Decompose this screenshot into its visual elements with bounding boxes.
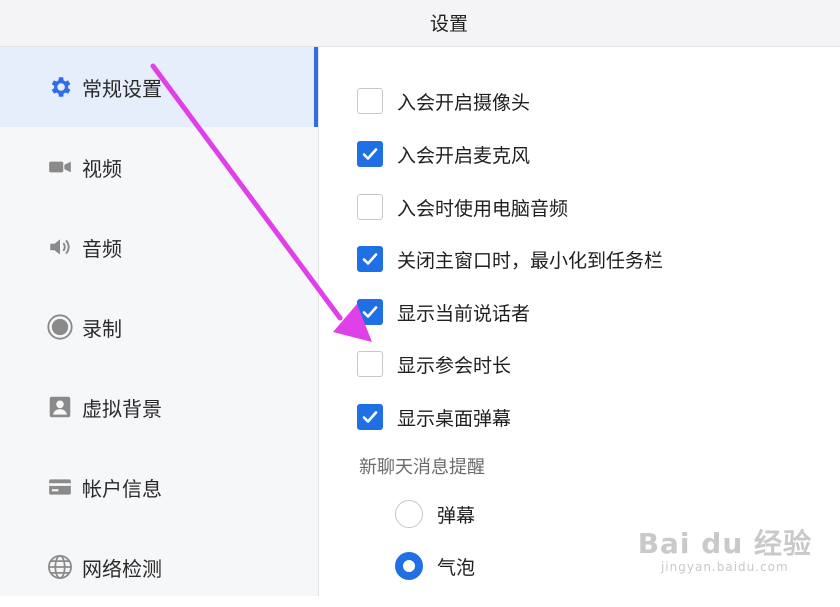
checkmark-icon xyxy=(362,148,378,160)
radio-danmaku[interactable]: 弹幕 xyxy=(395,499,475,529)
sidebar-item-label: 网络检测 xyxy=(82,556,162,581)
sidebar-item-network-test[interactable]: 网络检测 xyxy=(0,527,318,607)
radio-button-selected[interactable] xyxy=(395,552,423,580)
card-icon xyxy=(46,473,74,501)
sidebar-item-label: 视频 xyxy=(82,156,122,181)
record-icon xyxy=(46,313,74,341)
globe-icon xyxy=(46,553,74,581)
option-label: 显示当前说话者 xyxy=(397,302,531,325)
sidebar-item-recording[interactable]: 录制 xyxy=(0,287,318,367)
radio-button[interactable] xyxy=(395,500,423,528)
checkbox-checked[interactable] xyxy=(357,299,383,325)
settings-sidebar: 常规设置 视频 音频 录制 虚拟背景 帐户信息 网络检测 xyxy=(0,47,319,596)
general-settings-panel: 入会开启摄像头 入会开启麦克风 入会时使用电脑音频 关闭主窗口时，最小化到任务栏… xyxy=(319,47,840,596)
checkmark-icon xyxy=(362,411,378,423)
sidebar-item-label: 录制 xyxy=(82,316,122,341)
active-indicator xyxy=(314,47,318,127)
option-label: 入会时使用电脑音频 xyxy=(397,197,569,220)
radio-label: 气泡 xyxy=(437,556,476,579)
checkmark-icon xyxy=(362,253,378,265)
speaker-icon xyxy=(46,233,74,261)
baidu-jingyan-watermark: Bai du 经验 jingyan.baidu.com xyxy=(638,522,812,574)
sidebar-item-label: 常规设置 xyxy=(82,76,162,101)
title-bar: 设置 xyxy=(0,0,840,47)
window-title: 设置 xyxy=(430,13,469,35)
checkbox[interactable] xyxy=(357,88,383,114)
checkbox-checked[interactable] xyxy=(357,246,383,272)
chat-notification-heading: 新聊天消息提醒 xyxy=(359,457,485,478)
option-label: 显示桌面弹幕 xyxy=(397,407,512,430)
option-label: 关闭主窗口时，最小化到任务栏 xyxy=(397,249,664,272)
sidebar-item-account[interactable]: 帐户信息 xyxy=(0,447,318,527)
sidebar-item-label: 虚拟背景 xyxy=(82,396,162,421)
sidebar-item-video[interactable]: 视频 xyxy=(0,127,318,207)
option-show-desktop-danmaku[interactable]: 显示桌面弹幕 xyxy=(357,402,511,432)
checkbox-checked[interactable] xyxy=(357,404,383,430)
checkbox-checked[interactable] xyxy=(357,141,383,167)
checkmark-icon xyxy=(362,306,378,318)
gear-icon xyxy=(46,73,74,101)
sidebar-item-label: 帐户信息 xyxy=(82,476,162,501)
option-label: 显示参会时长 xyxy=(397,354,512,377)
checkbox[interactable] xyxy=(357,194,383,220)
option-label: 入会开启麦克风 xyxy=(397,144,531,167)
radio-label: 弹幕 xyxy=(437,504,476,527)
sidebar-item-general[interactable]: 常规设置 xyxy=(0,47,318,127)
option-label: 入会开启摄像头 xyxy=(397,91,531,114)
option-show-speaker[interactable]: 显示当前说话者 xyxy=(357,297,530,327)
video-camera-icon xyxy=(46,153,74,181)
option-camera-on-join[interactable]: 入会开启摄像头 xyxy=(357,86,530,116)
radio-bubble[interactable]: 气泡 xyxy=(395,551,475,581)
option-mic-on-join[interactable]: 入会开启麦克风 xyxy=(357,139,530,169)
option-minimize-to-taskbar[interactable]: 关闭主窗口时，最小化到任务栏 xyxy=(357,244,663,274)
sidebar-item-label: 音频 xyxy=(82,236,122,261)
watermark-url: jingyan.baidu.com xyxy=(660,560,789,574)
checkbox[interactable] xyxy=(357,351,383,377)
person-portrait-icon xyxy=(46,393,74,421)
watermark-logo-text: Bai du 经验 xyxy=(637,527,812,560)
sidebar-item-virtual-background[interactable]: 虚拟背景 xyxy=(0,367,318,447)
sidebar-item-audio[interactable]: 音频 xyxy=(0,207,318,287)
option-computer-audio[interactable]: 入会时使用电脑音频 xyxy=(357,192,568,222)
option-show-meeting-duration[interactable]: 显示参会时长 xyxy=(357,349,511,379)
